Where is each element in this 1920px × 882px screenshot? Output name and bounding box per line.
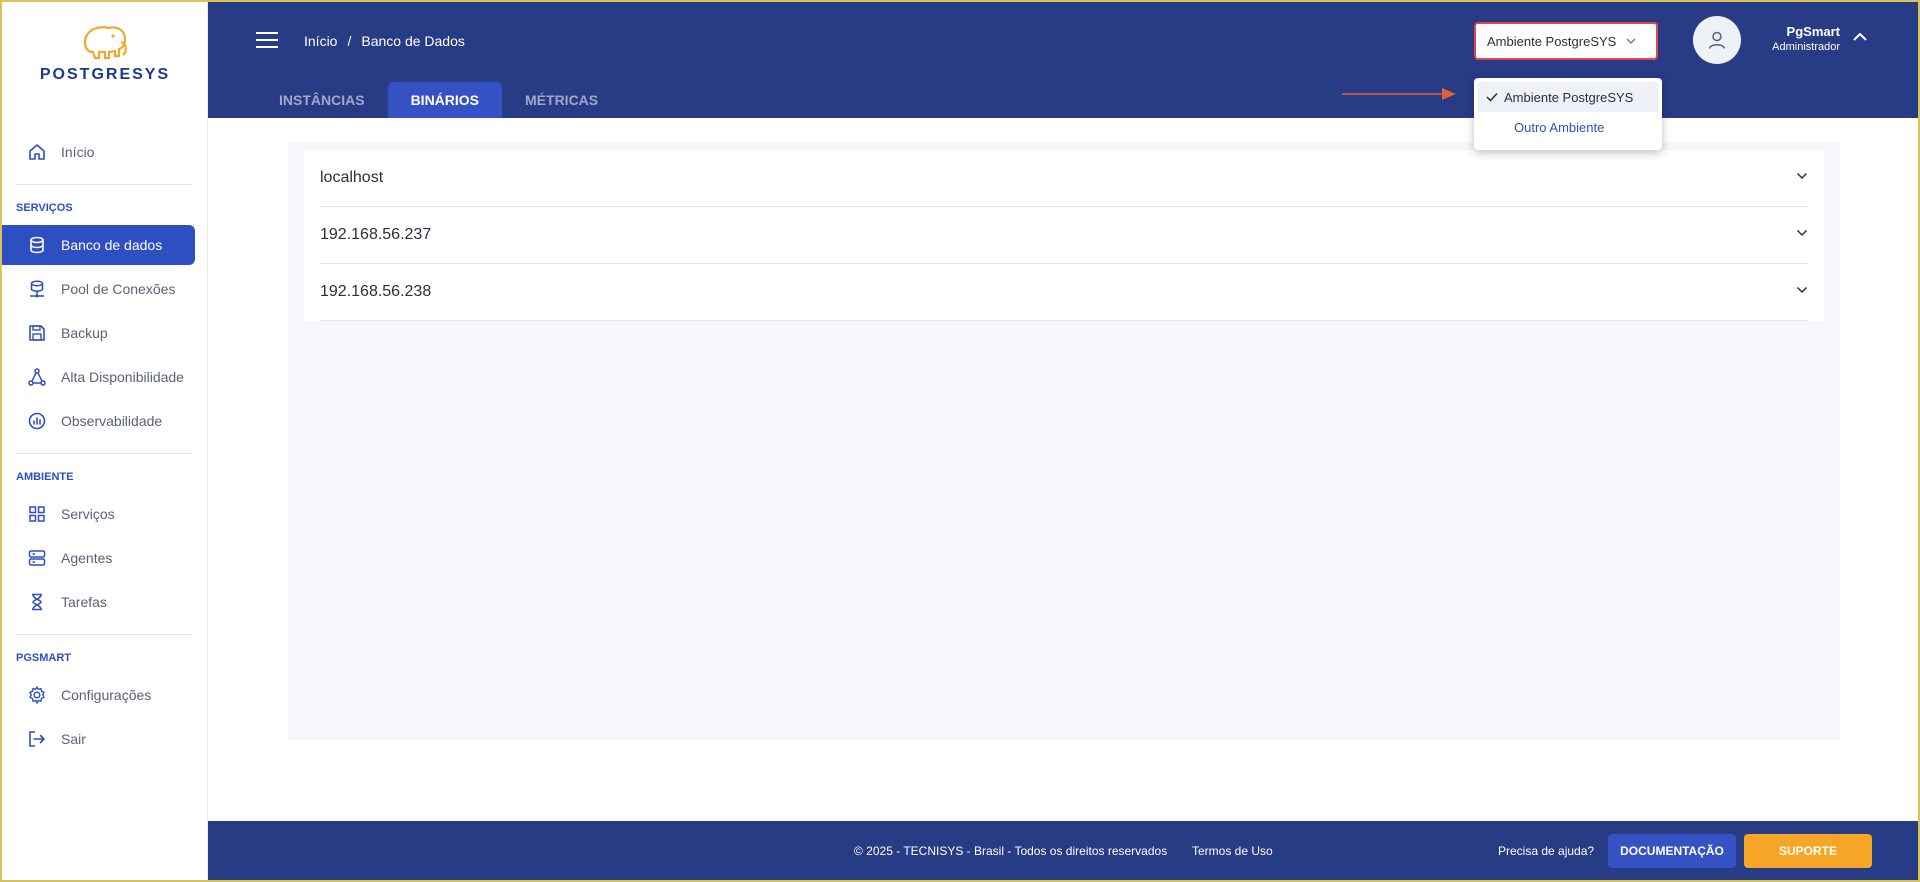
documentation-button[interactable]: DOCUMENTAÇÃO (1608, 834, 1736, 868)
environment-dropdown: Ambiente PostgreSYS Outro Ambiente (1474, 78, 1662, 150)
content-area: localhost 192.168.56.237 192.168.56.238 (288, 142, 1840, 740)
tab-binarios[interactable]: BINÁRIOS (387, 82, 503, 118)
home-icon (26, 141, 48, 163)
tab-instancias[interactable]: INSTÂNCIAS (256, 82, 388, 118)
hamburger-menu-icon[interactable] (256, 32, 278, 50)
user-icon (1708, 31, 1726, 49)
database-network-icon (26, 278, 48, 300)
hourglass-icon (26, 591, 48, 613)
section-title-servicos: SERVIÇOS (16, 202, 73, 214)
chevron-down-icon (1796, 229, 1808, 237)
sidebar-item-label: Backup (61, 325, 108, 341)
main-panel: localhost 192.168.56.237 192.168.56.238 (256, 118, 1872, 821)
section-title-pgsmart: PGSMART (16, 652, 71, 664)
grid-icon (26, 503, 48, 525)
elephant-logo-icon (83, 26, 127, 60)
chevron-down-icon (1796, 172, 1808, 180)
sidebar-item-alta-disponibilidade[interactable]: Alta Disponibilidade (2, 357, 208, 397)
check-icon (1486, 90, 1504, 105)
sidebar-item-tarefas[interactable]: Tarefas (2, 582, 208, 622)
list-item[interactable]: 192.168.56.238 (320, 264, 1808, 321)
sidebar-item-label: Serviços (61, 506, 115, 522)
sidebar-nav: Início SERVIÇOS Banco de dados Pool de C… (2, 132, 208, 759)
dropdown-option-ambiente-postgresys[interactable]: Ambiente PostgreSYS (1478, 82, 1658, 112)
logout-icon (26, 728, 48, 750)
host-name: 192.168.56.238 (320, 283, 432, 300)
divider (16, 184, 192, 185)
sidebar-item-label: Observabilidade (61, 413, 163, 429)
dropdown-option-outro-ambiente[interactable]: Outro Ambiente (1478, 112, 1658, 142)
divider (16, 453, 192, 454)
sidebar-item-label: Tarefas (61, 594, 107, 610)
environment-select-value: Ambiente PostgreSYS (1487, 33, 1617, 49)
sidebar-item-label: Início (61, 144, 95, 160)
sidebar-item-label: Agentes (61, 550, 113, 566)
help-text: Precisa de ajuda? (1498, 844, 1595, 858)
chevron-down-icon (1796, 286, 1808, 294)
chevron-up-icon[interactable] (1852, 32, 1868, 42)
host-name: localhost (320, 169, 384, 186)
terms-link[interactable]: Termos de Uso (1192, 844, 1273, 858)
logo-text: POSTGRESYS (39, 66, 171, 83)
list-item[interactable]: 192.168.56.237 (320, 207, 1808, 264)
breadcrumb-current: Banco de Dados (361, 33, 465, 49)
sidebar-item-sair[interactable]: Sair (2, 719, 208, 759)
user-role: Administrador (1772, 41, 1840, 53)
database-icon (26, 234, 48, 256)
annotation-arrow-icon (1342, 88, 1456, 100)
cluster-icon (26, 366, 48, 388)
user-info: PgSmart Administrador (1756, 24, 1840, 53)
sidebar-item-label: Alta Disponibilidade (61, 369, 184, 385)
chart-circle-icon (26, 410, 48, 432)
dropdown-option-label: Ambiente PostgreSYS (1504, 89, 1634, 105)
logo: POSTGRESYS (20, 22, 190, 92)
environment-select[interactable]: Ambiente PostgreSYS (1474, 22, 1658, 60)
sidebar-item-servicos[interactable]: Serviços (2, 494, 208, 534)
sidebar-item-configuracoes[interactable]: Configurações (2, 675, 208, 715)
section-title-ambiente: AMBIENTE (16, 471, 74, 483)
sidebar-item-label: Configurações (61, 687, 152, 703)
user-name: PgSmart (1786, 24, 1840, 39)
sidebar-item-agentes[interactable]: Agentes (2, 538, 208, 578)
sidebar-item-inicio[interactable]: Início (2, 132, 208, 172)
list-item[interactable]: localhost (320, 150, 1808, 207)
sidebar-item-pool-de-conexoes[interactable]: Pool de Conexões (2, 269, 208, 309)
host-name: 192.168.56.237 (320, 226, 432, 243)
avatar[interactable] (1693, 16, 1741, 64)
server-icon (26, 547, 48, 569)
sidebar-item-observabilidade[interactable]: Observabilidade (2, 401, 208, 441)
sidebar-item-label: Pool de Conexões (61, 281, 176, 297)
sidebar-item-label: Sair (61, 731, 86, 747)
host-list: localhost 192.168.56.237 192.168.56.238 (304, 150, 1824, 321)
breadcrumb: Início / Banco de Dados (304, 33, 465, 49)
tab-metricas[interactable]: MÉTRICAS (502, 82, 621, 118)
sidebar: POSTGRESYS Início SERVIÇOS Banco de dado… (2, 2, 208, 880)
breadcrumb-separator: / (347, 33, 352, 49)
support-button[interactable]: SUPORTE (1744, 834, 1872, 868)
breadcrumb-home[interactable]: Início (304, 33, 337, 49)
gear-icon (26, 684, 48, 706)
sidebar-item-backup[interactable]: Backup (2, 313, 208, 353)
sidebar-item-banco-de-dados[interactable]: Banco de dados (2, 225, 195, 265)
save-icon (26, 322, 48, 344)
copyright-text: © 2025 - TECNISYS - Brasil - Todos os di… (854, 844, 1168, 858)
chevron-down-icon (1626, 38, 1636, 44)
divider (16, 634, 192, 635)
tab-bar: INSTÂNCIAS BINÁRIOS MÉTRICAS (256, 82, 621, 118)
sidebar-item-label: Banco de dados (61, 237, 163, 253)
footer: © 2025 - TECNISYS - Brasil - Todos os di… (208, 821, 1918, 880)
